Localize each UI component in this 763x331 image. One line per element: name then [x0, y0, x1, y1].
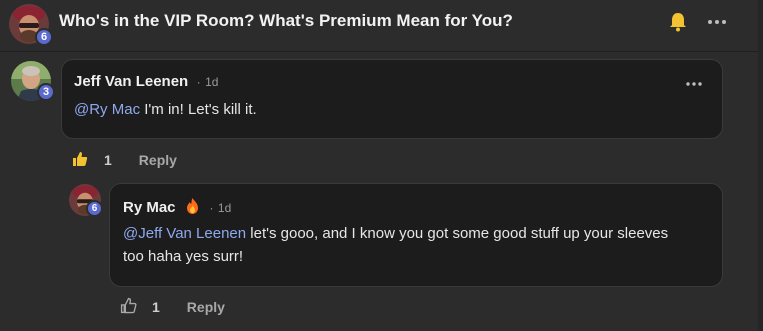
header-avatar-badge: 6 — [35, 28, 53, 46]
post-title: Who's in the VIP Room? What's Premium Me… — [59, 11, 513, 30]
reply-separator: · — [209, 201, 214, 215]
reply-text-line1: let's gooo, and I know you got some good… — [246, 225, 669, 242]
thumbs-up-icon[interactable] — [72, 151, 88, 170]
post-header: 6 Who's in the VIP Room? What's Premium … — [0, 0, 763, 52]
comment-author[interactable]: Jeff Van Leenen — [74, 73, 188, 90]
fire-icon — [186, 198, 199, 219]
reply-avatar-badge: 6 — [86, 200, 103, 217]
reply-author[interactable]: Ry Mac — [123, 199, 176, 216]
more-horizontal-icon[interactable] — [706, 13, 728, 31]
comment-mention[interactable]: @Ry Mac — [74, 101, 140, 118]
like-count: 1 — [104, 152, 112, 168]
reply-like-count: 1 — [152, 299, 160, 315]
comment-separator: · — [196, 75, 201, 89]
thumbs-up-outline-icon[interactable] — [120, 297, 137, 317]
comment-text: I'm in! Let's kill it. — [140, 101, 257, 118]
comment-more-icon[interactable] — [684, 77, 704, 91]
reply-time: 1d — [217, 201, 232, 215]
comment-bubble: Jeff Van Leenen · 1d @Ry Mac I'm in! Let… — [61, 59, 723, 139]
reply-bubble: Ry Mac · 1d @Jeff Van Leenen let's gooo,… — [109, 183, 723, 287]
comment-actions: 1 Reply — [72, 150, 177, 170]
reply-actions: 1 Reply — [120, 297, 225, 317]
bell-icon[interactable] — [667, 11, 689, 33]
reply-text-line2: too haha yes surr! — [123, 248, 244, 265]
reply-mention[interactable]: @Jeff Van Leenen — [123, 225, 246, 242]
comment-time: 1d — [205, 75, 219, 89]
reply-button[interactable]: Reply — [139, 152, 177, 168]
reply-reply-button[interactable]: Reply — [187, 299, 225, 315]
comment-avatar-badge: 3 — [37, 83, 55, 101]
scrollbar-track[interactable] — [758, 0, 763, 331]
